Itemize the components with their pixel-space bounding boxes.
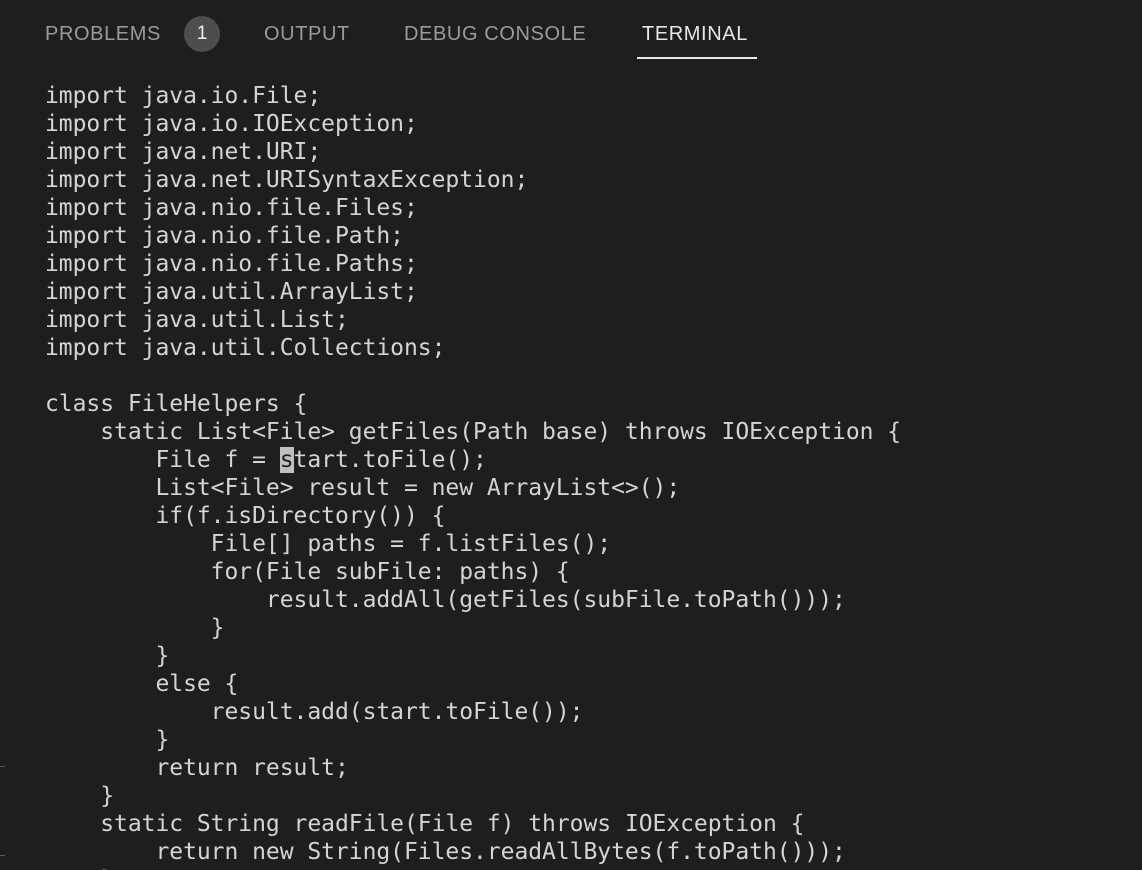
- tab-output[interactable]: OUTPUT: [264, 14, 350, 54]
- terminal-line: import java.net.URI;: [45, 139, 322, 165]
- terminal-line: result.addAll(getFiles(subFile.toPath())…: [45, 587, 846, 613]
- gutter-mark: [0, 855, 5, 856]
- terminal-line: for(File subFile: paths) {: [45, 559, 570, 585]
- terminal-line: return result;: [45, 755, 349, 781]
- terminal-line: }: [45, 615, 225, 641]
- terminal-line: import java.nio.file.Paths;: [45, 251, 418, 277]
- terminal-line: }: [45, 727, 170, 753]
- panel: PROBLEMS 1 OUTPUT DEBUG CONSOLE TERMINAL…: [0, 0, 1142, 870]
- terminal-line: class FileHelpers {: [45, 391, 308, 417]
- tab-terminal[interactable]: TERMINAL: [642, 14, 748, 54]
- terminal-line: import java.nio.file.Path;: [45, 223, 404, 249]
- terminal-line: static List<File> getFiles(Path base) th…: [45, 419, 902, 445]
- terminal-line: import java.util.Collections;: [45, 335, 446, 361]
- terminal-line: File[] paths = f.listFiles();: [45, 531, 612, 557]
- terminal-line: import java.io.File;: [45, 83, 322, 109]
- tab-output-label: OUTPUT: [264, 23, 350, 45]
- terminal-line: result.add(start.toFile());: [45, 699, 584, 725]
- terminal-line: }: [45, 643, 170, 669]
- terminal-line: return new String(Files.readAllBytes(f.t…: [45, 839, 846, 865]
- terminal-output[interactable]: import java.io.File; import java.io.IOExc…: [45, 82, 1135, 870]
- terminal-line: }: [45, 783, 115, 809]
- problems-count-badge: 1: [184, 16, 220, 52]
- terminal-line: File f = start.toFile();: [45, 446, 1135, 474]
- gutter-mark: [0, 766, 5, 767]
- panel-tab-bar: PROBLEMS 1 OUTPUT DEBUG CONSOLE TERMINAL: [0, 0, 1142, 62]
- terminal-line: static String readFile(File f) throws IO…: [45, 811, 805, 837]
- tab-terminal-label: TERMINAL: [642, 23, 748, 45]
- terminal-line: import java.net.URISyntaxException;: [45, 167, 529, 193]
- terminal-line: }: [45, 866, 1135, 870]
- terminal-line-text: tart.toFile();: [293, 447, 487, 473]
- terminal-cursor: s: [279, 447, 294, 473]
- terminal-line: import java.nio.file.Files;: [45, 195, 418, 221]
- tab-debug-console[interactable]: DEBUG CONSOLE: [404, 14, 586, 54]
- terminal-line-text: File f =: [45, 447, 280, 473]
- terminal-line: import java.io.IOException;: [45, 111, 418, 137]
- terminal-line: else {: [45, 671, 239, 697]
- terminal-line: import java.util.ArrayList;: [45, 279, 418, 305]
- tab-debug-console-label: DEBUG CONSOLE: [404, 23, 587, 45]
- terminal-line: if(f.isDirectory()) {: [45, 503, 446, 529]
- terminal-line: import java.util.List;: [45, 307, 349, 333]
- tab-problems[interactable]: PROBLEMS: [45, 14, 161, 54]
- terminal-line: List<File> result = new ArrayList<>();: [45, 475, 681, 501]
- tab-problems-label: PROBLEMS: [45, 23, 161, 45]
- active-tab-indicator: [637, 57, 757, 59]
